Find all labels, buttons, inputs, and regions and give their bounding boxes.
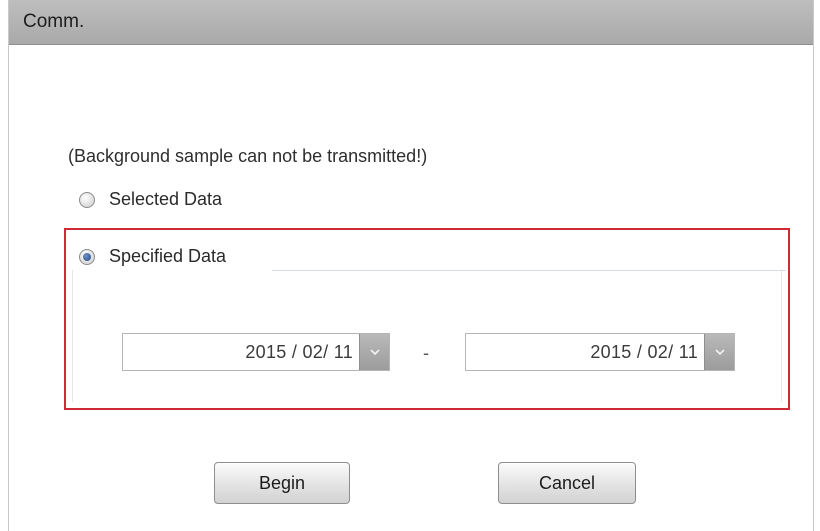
- selected-data-label: Selected Data: [109, 189, 223, 209]
- specified-data-label: Specified Data: [109, 246, 227, 266]
- selected-data-option[interactable]: Selected Data: [79, 189, 222, 210]
- specified-data-radio[interactable]: [79, 248, 95, 265]
- window-title: Comm.: [23, 11, 85, 32]
- chevron-down-icon: [714, 349, 725, 355]
- date-range-separator: -: [423, 343, 429, 363]
- chevron-down-icon: [369, 349, 380, 355]
- end-date-dropdown-button[interactable]: [704, 334, 734, 370]
- begin-button[interactable]: Begin: [214, 462, 350, 504]
- transmit-notice: (Background sample can not be transmitte…: [68, 146, 428, 166]
- start-date-dropdown-button[interactable]: [359, 334, 389, 370]
- end-date-picker[interactable]: 2015 / 02/ 11: [465, 333, 735, 371]
- cancel-button[interactable]: Cancel: [498, 462, 636, 504]
- selected-data-radio[interactable]: [79, 191, 95, 208]
- start-date-value[interactable]: 2015 / 02/ 11: [123, 342, 359, 363]
- group-header-divider: [272, 270, 786, 271]
- specified-data-option[interactable]: Specified Data: [79, 246, 226, 267]
- start-date-picker[interactable]: 2015 / 02/ 11: [122, 333, 390, 371]
- end-date-value[interactable]: 2015 / 02/ 11: [466, 342, 704, 363]
- title-bar[interactable]: Comm.: [9, 0, 813, 45]
